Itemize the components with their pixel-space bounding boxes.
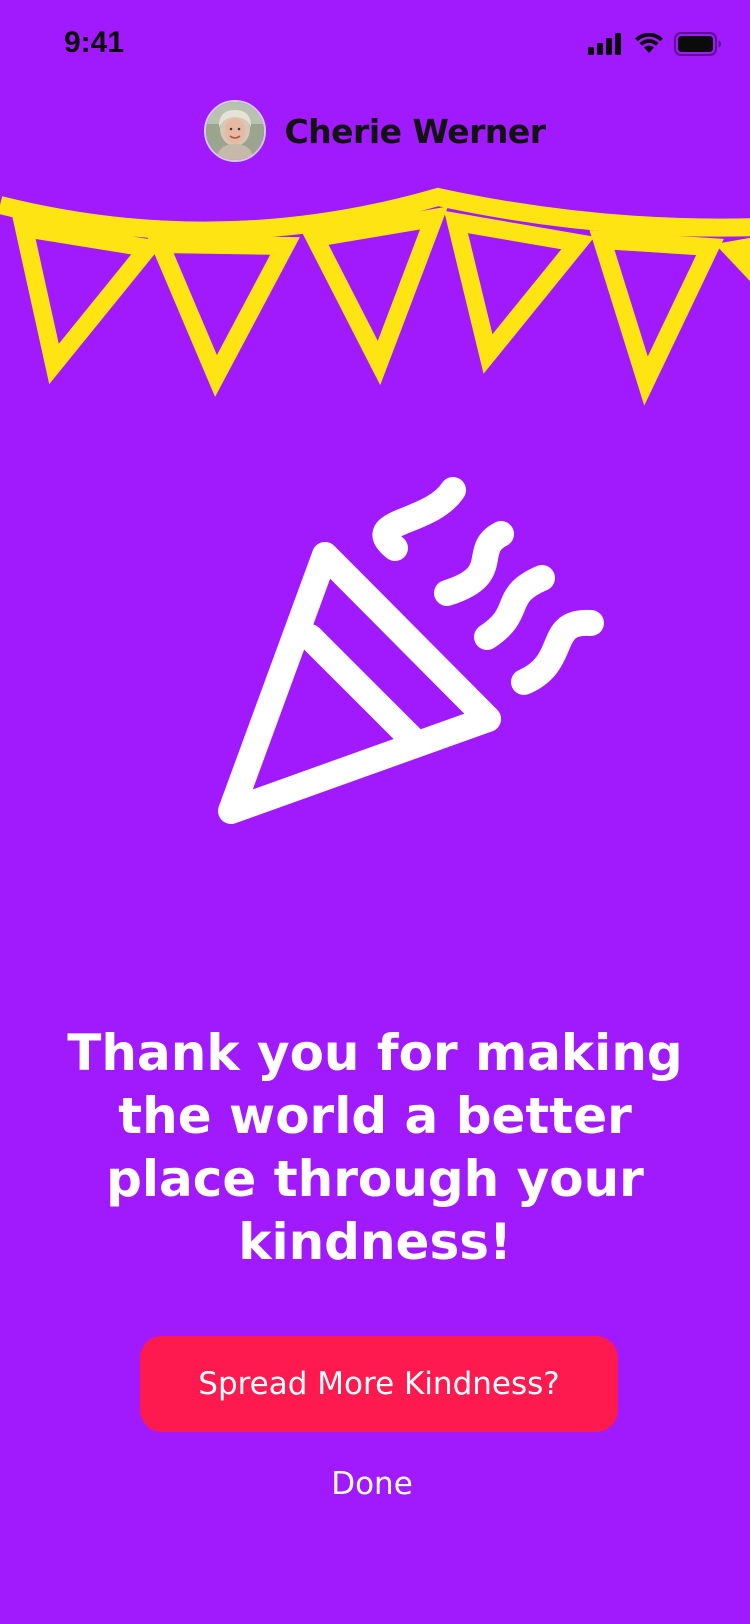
user-name: Cherie Werner bbox=[284, 111, 546, 151]
status-bar: 9:41 bbox=[0, 0, 750, 90]
status-time: 9:41 bbox=[64, 26, 125, 59]
bunting-banner bbox=[0, 187, 750, 406]
thank-you-message: Thank you for making the world a better … bbox=[67, 1024, 683, 1271]
spread-more-kindness-button[interactable]: Spread More Kindness? bbox=[140, 1336, 618, 1432]
wifi-icon bbox=[635, 33, 663, 53]
party-popper-icon bbox=[218, 477, 604, 824]
avatar[interactable] bbox=[204, 100, 267, 162]
done-button[interactable]: Done bbox=[0, 1466, 744, 1502]
cellular-signal-icon bbox=[588, 33, 621, 55]
header: Cherie Werner bbox=[0, 96, 750, 166]
battery-icon bbox=[674, 32, 721, 56]
status-icons bbox=[588, 32, 722, 56]
